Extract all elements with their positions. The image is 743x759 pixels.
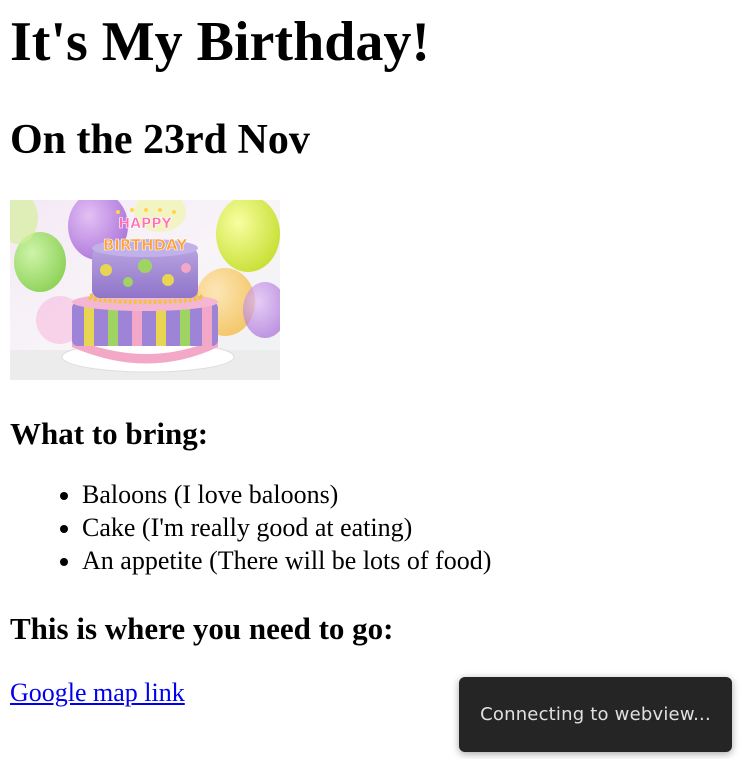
- list-item: Cake (I'm really good at eating): [82, 511, 733, 544]
- bring-heading: What to bring:: [10, 416, 209, 451]
- where-heading: This is where you need to go:: [10, 611, 394, 646]
- google-map-link[interactable]: Google map link: [10, 677, 185, 709]
- cake-birthday-text: BIRTHDAY: [103, 236, 188, 254]
- list-item: Baloons (I love baloons): [82, 478, 733, 511]
- birthday-page: It's My Birthday! On the 23rd Nov HAPPY …: [10, 0, 733, 709]
- list-item: An appetite (There will be lots of food): [82, 544, 733, 577]
- date-heading: On the 23rd Nov: [10, 117, 310, 163]
- toast-message: Connecting to webview...: [480, 704, 711, 725]
- page-title: It's My Birthday!: [10, 11, 430, 73]
- connecting-toast: Connecting to webview...: [459, 677, 732, 752]
- cake-illustration: HAPPY BIRTHDAY: [10, 200, 280, 380]
- birthday-cake-image: HAPPY BIRTHDAY: [10, 200, 280, 380]
- cake-happy-text: HAPPY: [118, 216, 172, 232]
- bring-list: Baloons (I love baloons) Cake (I'm reall…: [10, 478, 733, 577]
